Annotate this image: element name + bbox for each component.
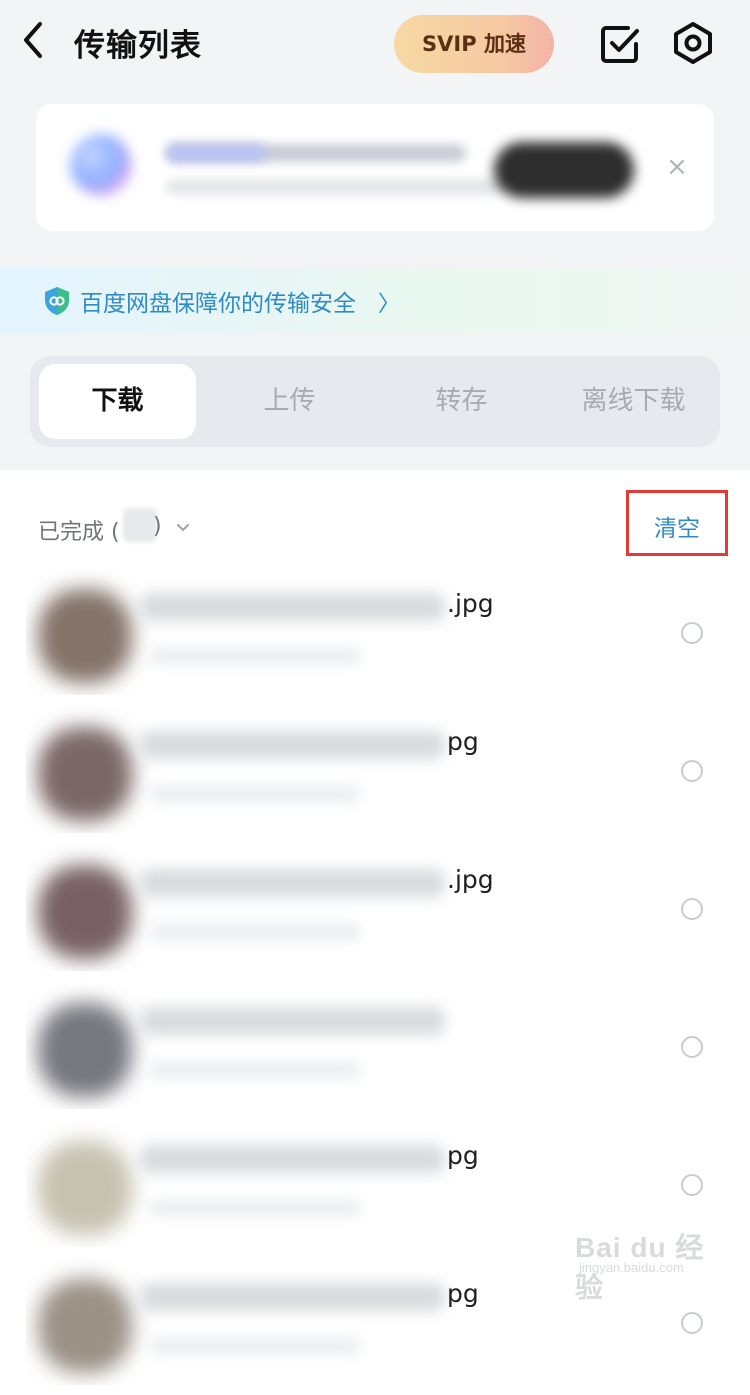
banner-subtitle-blurred [166, 180, 506, 194]
baidu-jingyan-watermark: Bai du 经验 jingyan.baidu.com [575, 1210, 715, 1303]
security-notice-text: 百度网盘保障你的传输安全 [80, 291, 356, 317]
file-row[interactable]: pg [0, 705, 750, 843]
select-radio[interactable] [681, 1174, 703, 1196]
svip-boost-button[interactable]: SVIP 加速 [394, 15, 554, 73]
back-button[interactable] [14, 18, 54, 62]
chevron-left-icon [24, 22, 42, 58]
completed-label[interactable]: 已完成 ( [38, 514, 120, 546]
chevron-down-icon[interactable] [176, 518, 190, 537]
file-name-extension: pg [447, 1141, 479, 1170]
file-name-blurred [140, 731, 445, 759]
banner-app-icon [70, 134, 132, 196]
file-name-blurred [140, 869, 445, 897]
completed-count-blurred [123, 508, 157, 542]
file-name-extension: .jpg [447, 865, 494, 894]
shield-icon [45, 287, 69, 315]
banner-close-icon[interactable]: × [662, 152, 692, 182]
completed-label-close: ) [153, 514, 162, 539]
tab-download[interactable]: 下载 [39, 364, 196, 439]
file-thumbnail [26, 567, 180, 695]
select-radio[interactable] [681, 1036, 703, 1058]
select-radio[interactable] [681, 622, 703, 644]
tab-upload[interactable]: 上传 [211, 364, 368, 439]
file-row[interactable] [0, 981, 750, 1119]
checkbox-edit-icon [601, 26, 639, 63]
file-name-blurred [140, 1007, 445, 1035]
file-thumbnail [26, 1119, 180, 1247]
file-name-extension: .jpg [447, 589, 494, 618]
file-name-extension: pg [447, 727, 479, 756]
file-meta-blurred [150, 1061, 360, 1079]
banner-title-accent-blurred [166, 144, 266, 162]
file-meta-blurred [150, 1199, 360, 1217]
file-thumbnail [26, 705, 180, 833]
select-radio[interactable] [681, 760, 703, 782]
promo-banner[interactable]: × [36, 104, 714, 231]
file-thumbnail [26, 843, 180, 971]
chevron-right-icon: 〉 [378, 292, 401, 317]
file-meta-blurred [150, 923, 360, 941]
tab-offline-download[interactable]: 离线下载 [555, 364, 712, 439]
watermark-url: jingyan.baidu.com [579, 1260, 684, 1275]
clear-button[interactable]: 清空 [629, 509, 725, 543]
select-radio[interactable] [681, 1312, 703, 1334]
file-meta-blurred [150, 1337, 360, 1355]
file-thumbnail [26, 981, 180, 1109]
completed-section-header: 已完成 ( ) 清空 [0, 488, 750, 568]
file-name-blurred [140, 593, 445, 621]
header-bar: 传输列表 SVIP 加速 [0, 0, 750, 90]
settings-button[interactable] [670, 20, 716, 66]
file-name-blurred [140, 1145, 445, 1173]
security-notice[interactable]: 百度网盘保障你的传输安全 〉 [0, 268, 750, 334]
file-row[interactable]: .jpg [0, 843, 750, 981]
multi-select-button[interactable] [598, 22, 642, 66]
file-row[interactable]: .jpg [0, 567, 750, 705]
transfer-tabs: 下载 上传 转存 离线下载 [30, 356, 720, 447]
file-meta-blurred [150, 647, 360, 665]
file-thumbnail [26, 1257, 180, 1385]
select-radio[interactable] [681, 898, 703, 920]
gear-icon [674, 22, 712, 64]
page-title: 传输列表 [74, 28, 202, 64]
banner-action-button[interactable] [494, 142, 634, 198]
file-name-blurred [140, 1283, 445, 1311]
file-meta-blurred [150, 785, 360, 803]
clear-button-highlight[interactable]: 清空 [626, 490, 728, 556]
tab-save-transfer[interactable]: 转存 [383, 364, 540, 439]
